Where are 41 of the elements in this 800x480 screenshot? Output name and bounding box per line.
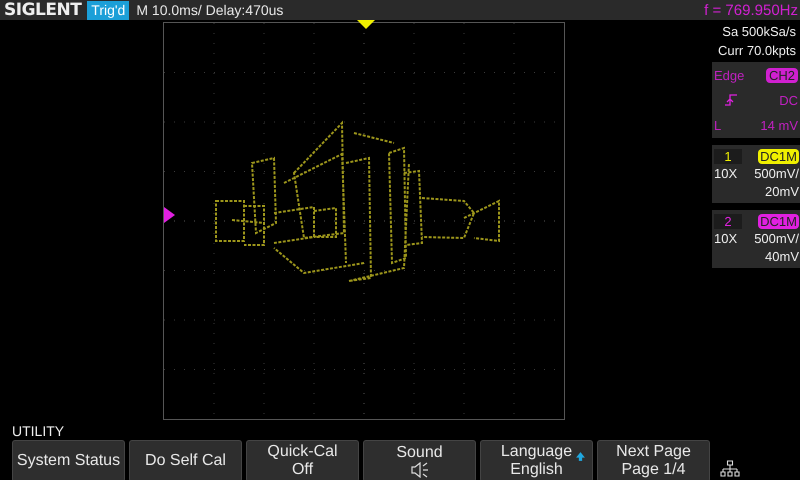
trigger-level: 14 mV xyxy=(760,118,798,132)
softkey-label: Sound xyxy=(396,444,443,462)
probe-ratio: 10X xyxy=(714,230,738,248)
softkey-label: Quick-Cal xyxy=(267,443,338,461)
probe-ratio: 10X xyxy=(714,165,738,183)
frequency-readout: f = 769.950Hz xyxy=(704,2,799,18)
softkey-value: Off xyxy=(292,461,314,479)
up-arrow-icon xyxy=(575,451,586,462)
vertical-scale: 500mV/ xyxy=(754,165,799,183)
softkey-label: Language xyxy=(500,443,572,461)
channel-number[interactable]: 2 xyxy=(714,214,742,228)
softkey-label: Next Page xyxy=(616,443,691,461)
rising-edge-icon xyxy=(724,93,738,107)
channel-coupling: DC1M xyxy=(758,148,799,164)
trigger-coupling: DC xyxy=(779,92,798,108)
sample-rate: Sa 500kSa/s xyxy=(721,23,797,41)
memory-depth: Curr 70.0kpts xyxy=(716,42,797,60)
softkey[interactable]: Do Self Cal xyxy=(129,440,242,480)
channel-coupling: DC1M xyxy=(758,214,799,228)
speaker-icon xyxy=(410,462,430,478)
channel-number[interactable]: 1 xyxy=(714,148,742,164)
softkey[interactable]: Next Page Page 1/4 xyxy=(597,440,710,480)
channel-offset: 20mV xyxy=(765,183,799,201)
softkey[interactable]: System Status xyxy=(12,440,125,480)
network-icon xyxy=(720,460,740,478)
trigger-source: CH2 xyxy=(766,68,798,82)
vertical-scale: 500mV/ xyxy=(754,230,799,248)
channel-offset-marker xyxy=(164,207,175,223)
menu-title: UTILITY xyxy=(11,422,66,440)
trigger-position-marker xyxy=(357,20,375,29)
level-label: L xyxy=(714,118,722,132)
channel-offset: 40mV xyxy=(765,248,799,266)
trigger-type: Edge xyxy=(714,68,744,82)
softkey[interactable]: Quick-Cal Off xyxy=(246,440,359,480)
softkey[interactable]: Language English xyxy=(480,440,593,480)
softkey-value: Page 1/4 xyxy=(621,461,686,479)
softkey[interactable]: Sound xyxy=(363,440,476,480)
brand-logo: SIGLENT xyxy=(3,0,83,20)
timebase-readout: M 10.0ms/ Delay:470us xyxy=(136,2,284,18)
softkey-value: English xyxy=(510,461,563,479)
trigger-status: Trig'd xyxy=(87,0,130,20)
